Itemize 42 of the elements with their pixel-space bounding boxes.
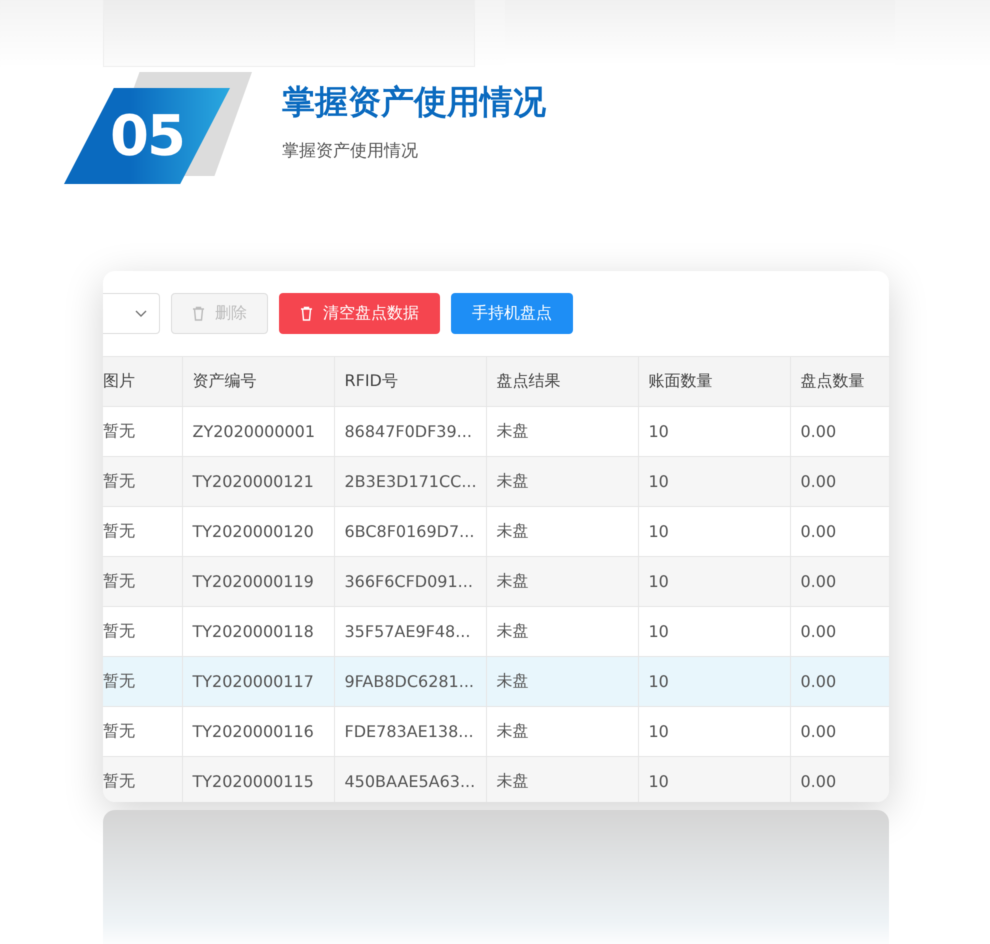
table-cell: TY2020000117 [182, 656, 334, 706]
column-header: RFID号 [334, 356, 486, 406]
table-cell: 0.00 [790, 756, 889, 802]
chevron-down-icon [135, 310, 147, 318]
column-header: 图片 [103, 356, 182, 406]
table-cell: TY2020000121 [182, 456, 334, 506]
table-cell: 未盘 [486, 456, 638, 506]
trash-icon [300, 306, 313, 321]
table-row[interactable]: 暂无 TY2020000117 9FAB8DC6281... 未盘 10 0.00 [103, 656, 889, 706]
table-cell: 未盘 [486, 556, 638, 606]
table-cell: 暂无 [103, 756, 182, 802]
table-cell: 0.00 [790, 556, 889, 606]
table-cell: 暂无 [103, 456, 182, 506]
table-cell: TY2020000119 [182, 556, 334, 606]
table-cell: 未盘 [486, 656, 638, 706]
column-header: 账面数量 [638, 356, 790, 406]
section-subtitle: 掌握资产使用情况 [282, 140, 419, 162]
column-header: 资产编号 [182, 356, 334, 406]
section-number: 05 [110, 104, 184, 168]
trash-icon [192, 306, 205, 321]
clear-data-button[interactable]: 清空盘点数据 [279, 293, 440, 334]
table-cell: TY2020000115 [182, 756, 334, 802]
table-cell: 450BAAE5A63... [334, 756, 486, 802]
table-row[interactable]: 暂无 TY2020000121 2B3E3D171CC... 未盘 10 0.00 [103, 456, 889, 506]
dropdown[interactable] [103, 293, 160, 334]
table-cell: 10 [638, 656, 790, 706]
table-cell: 0.00 [790, 456, 889, 506]
table-cell: 2B3E3D171CC... [334, 456, 486, 506]
table-cell: 暂无 [103, 656, 182, 706]
table-cell: 未盘 [486, 756, 638, 802]
table-cell: 366F6CFD091... [334, 556, 486, 606]
table-cell: 0.00 [790, 656, 889, 706]
table-cell: 9FAB8DC6281... [334, 656, 486, 706]
column-header: 盘点结果 [486, 356, 638, 406]
table-row[interactable]: 暂无 TY2020000115 450BAAE5A63... 未盘 10 0.00 [103, 756, 889, 802]
column-header: 盘点数量 [790, 356, 889, 406]
table-cell: 10 [638, 556, 790, 606]
table-row[interactable]: 暂无 TY2020000119 366F6CFD091... 未盘 10 0.00 [103, 556, 889, 606]
table-cell: 暂无 [103, 556, 182, 606]
table-cell: 10 [638, 456, 790, 506]
table-cell: 10 [638, 756, 790, 802]
section-title: 掌握资产使用情况 [282, 81, 546, 123]
